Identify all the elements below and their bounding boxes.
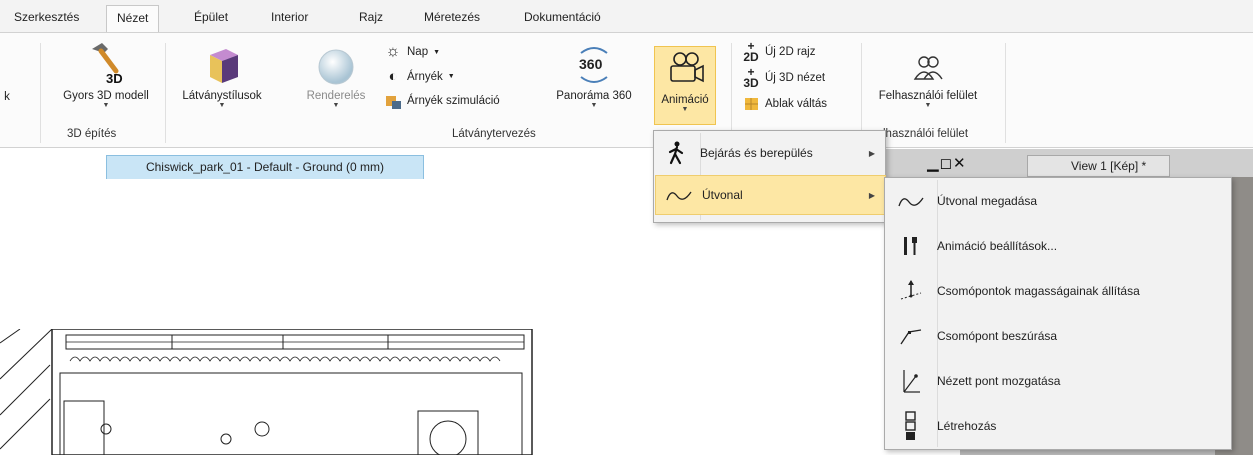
movie-camera-icon	[670, 52, 704, 83]
chevron-right-icon: ▶	[868, 190, 875, 200]
window-switch-icon	[745, 98, 758, 110]
menu-item-bejaras[interactable]: Bejárás és berepülés ▶	[654, 133, 885, 173]
sun-icon: ☼	[385, 43, 401, 60]
sphere-icon	[318, 49, 354, 85]
tab-szerkesztes[interactable]: Szerkesztés	[4, 5, 89, 32]
document-tab[interactable]: Chiswick_park_01 - Default - Ground (0 m…	[106, 155, 424, 179]
tab-epulet[interactable]: Épület	[184, 5, 238, 32]
tab-meretezes[interactable]: Méretezés	[414, 5, 490, 32]
shadow-icon: ◐	[388, 68, 398, 85]
ribbon-panel: k 3D Gyors 3D modell ▼ 3D építés Látvány…	[0, 32, 1253, 148]
group-separator	[731, 43, 732, 143]
chevron-down-icon: ▼	[924, 102, 932, 109]
chevron-down-icon: ▼	[433, 48, 441, 56]
chevron-down-icon: ▼	[681, 106, 689, 113]
utvonal-submenu: Útvonal megadása Animáció beállítások...…	[884, 177, 1232, 450]
tools-icon	[885, 234, 937, 258]
node-insert-icon	[885, 326, 937, 346]
nap-button[interactable]: ☼ Nap ▼	[384, 43, 440, 61]
chevron-down-icon: ▼	[102, 102, 110, 109]
window-controls[interactable]: ▁◻✕	[927, 155, 967, 175]
hammer-3d-icon: 3D	[92, 43, 123, 86]
path-curve-icon	[885, 192, 937, 210]
walk-icon	[654, 141, 700, 165]
chevron-down-icon: ▼	[218, 102, 226, 109]
path-curve-icon	[656, 186, 702, 204]
felhasznaloi-felulet-button[interactable]: Felhasználói felület ▼	[870, 51, 986, 110]
group-label-3d: 3D építés	[67, 128, 117, 140]
users-icon	[913, 56, 943, 80]
menu-item-animacio-beallitasok[interactable]: Animáció beállítások...	[885, 223, 1231, 268]
cut-ribbon-button[interactable]: k	[0, 91, 14, 103]
menu-item-csomopontok-magassag[interactable]: Csomópontok magasságainak állítása	[885, 268, 1231, 313]
floor-plan-drawing	[0, 329, 533, 455]
view-tab[interactable]: View 1 [Kép] *	[1027, 155, 1170, 177]
animacio-menu: Bejárás és berepülés ▶ Útvonal ▶	[653, 130, 886, 223]
create-frames-icon	[885, 410, 937, 441]
menu-item-csomopont-beszurasa[interactable]: Csomópont beszúrása	[885, 313, 1231, 358]
group-separator	[40, 43, 41, 143]
arnyek-button[interactable]: ◐ Árnyék ▼	[384, 68, 455, 85]
svg-text:3D: 3D	[106, 71, 123, 86]
animacio-button[interactable]: Animáció ▼	[655, 47, 715, 114]
panorama-360-icon: 360	[579, 47, 608, 83]
menu-item-nezett-pont[interactable]: Nézett pont mozgatása	[885, 358, 1231, 403]
tab-interior[interactable]: Interior	[261, 5, 318, 32]
menu-item-utvonal-megadasa[interactable]: Útvonal megadása	[885, 178, 1231, 223]
chevron-right-icon: ▶	[868, 148, 875, 158]
view-point-icon	[885, 368, 937, 394]
tab-rajz[interactable]: Rajz	[349, 5, 393, 32]
chevron-down-icon: ▼	[332, 102, 340, 109]
new-2d-icon: +2D	[743, 39, 759, 64]
chevron-down-icon: ▼	[447, 73, 455, 80]
chevron-down-icon: ▼	[590, 102, 598, 109]
uj-3d-nezet-button[interactable]: +3D Új 3D nézet	[742, 65, 825, 90]
group-separator	[861, 43, 862, 143]
shadow-simulation-icon	[386, 96, 401, 109]
tab-nezet[interactable]: Nézet	[106, 5, 160, 32]
menu-item-letrehozas[interactable]: Létrehozás	[885, 403, 1231, 448]
tab-dokumentacio[interactable]: Dokumentáció	[514, 5, 611, 32]
svg-text:360: 360	[579, 56, 603, 72]
gyors-3d-modell-button[interactable]: 3D Gyors 3D modell ▼	[58, 39, 154, 110]
cube-icon	[210, 49, 238, 83]
group-label-felhasznaloi: lhasználói felület	[883, 128, 969, 140]
new-3d-icon: +3D	[743, 65, 759, 90]
uj-2d-rajz-button[interactable]: +2D Új 2D rajz	[742, 39, 815, 64]
ablak-valtas-button[interactable]: Ablak váltás	[742, 97, 827, 111]
menu-item-utvonal[interactable]: Útvonal ▶	[655, 175, 886, 215]
group-label-latvany: Látványtervezés	[452, 128, 536, 140]
rendereles-button[interactable]: Renderelés ▼	[300, 43, 372, 110]
group-separator	[1005, 43, 1006, 143]
group-separator	[165, 43, 166, 143]
panorama-360-button[interactable]: 360 Panoráma 360 ▼	[546, 39, 642, 110]
arnyek-szimulacio-button[interactable]: Árnyék szimuláció	[384, 92, 500, 110]
node-height-icon	[885, 279, 937, 303]
ribbon-tab-bar: Szerkesztés Nézet Épület Interior Rajz M…	[0, 0, 1253, 32]
latvanystilusok-button[interactable]: Látványstílusok ▼	[176, 43, 268, 110]
